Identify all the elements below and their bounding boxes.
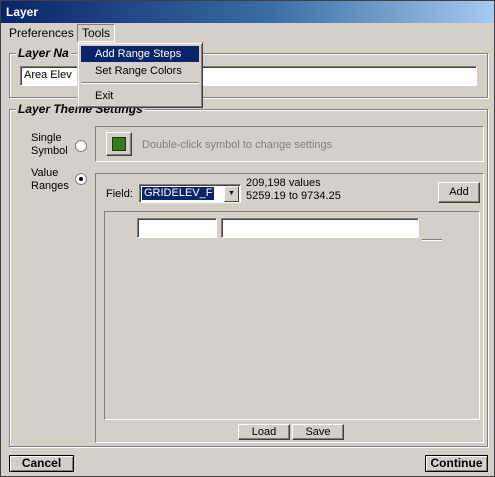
menu-item-exit[interactable]: Exit [81, 88, 199, 104]
continue-button[interactable]: Continue [425, 455, 488, 472]
theme-settings-group: Layer Theme Settings Single Symbol Doubl… [9, 102, 488, 447]
field-select[interactable]: GRIDELEV_F ▼ [139, 184, 241, 203]
field-value-range: 5259.19 to 9734.25 [246, 190, 341, 202]
value-ranges-label-line2: Ranges [31, 180, 69, 192]
value-ranges-radio[interactable] [75, 173, 87, 185]
cancel-button[interactable]: Cancel [9, 455, 74, 472]
field-label: Field: [106, 188, 133, 200]
save-button[interactable]: Save [292, 424, 344, 440]
tools-menu-dropdown: Add Range Steps Set Range Colors Exit [77, 42, 203, 108]
range-to-input[interactable] [221, 218, 419, 238]
symbol-hint: Double-click symbol to change settings [142, 139, 333, 151]
range-row-divider [422, 239, 442, 241]
value-ranges-label-line1: Value [31, 167, 59, 179]
title-bar: Layer [1, 1, 494, 23]
symbol-swatch-button[interactable] [106, 132, 132, 156]
load-button[interactable]: Load [238, 424, 290, 440]
add-button[interactable]: Add [438, 182, 480, 203]
field-value-count: 209,198 values [246, 177, 321, 189]
menu-tools[interactable]: Tools [77, 24, 116, 42]
menu-item-set-range-colors[interactable]: Set Range Colors [81, 63, 199, 79]
symbol-panel: Double-click symbol to change settings [95, 126, 484, 162]
field-select-value: GRIDELEV_F [142, 187, 215, 200]
ranges-list [104, 211, 480, 420]
value-ranges-panel: Field: GRIDELEV_F ▼ 209,198 values 5259.… [95, 173, 484, 443]
chevron-down-icon[interactable]: ▼ [224, 186, 239, 202]
menu-item-add-range-steps[interactable]: Add Range Steps [81, 46, 199, 62]
symbol-swatch [112, 137, 126, 151]
menu-separator [81, 82, 199, 84]
single-symbol-label-line2: Symbol [31, 145, 68, 157]
menu-preferences[interactable]: Preferences [5, 25, 78, 41]
layer-window: Layer Preferences Tools Layer Na Area El… [0, 0, 495, 477]
range-from-input[interactable] [137, 218, 217, 238]
window-title: Layer [6, 5, 39, 19]
single-symbol-label-line1: Single [31, 132, 62, 144]
menu-bar: Preferences Tools [1, 23, 494, 43]
layer-name-legend: Layer Na [16, 46, 71, 60]
single-symbol-radio[interactable] [75, 140, 87, 152]
